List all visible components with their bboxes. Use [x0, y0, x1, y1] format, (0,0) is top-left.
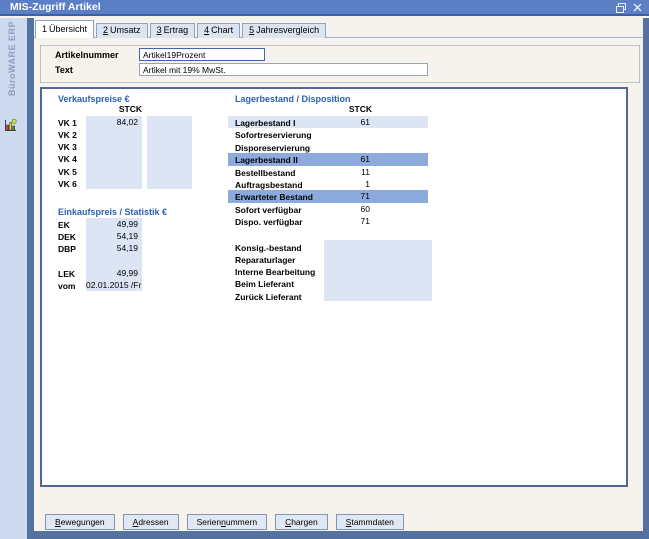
overview-panel: Verkaufspreise € STCK VK 184,02 VK 2 VK …: [40, 87, 628, 487]
frame-bottom: [27, 531, 649, 539]
adressen-button[interactable]: Adressen: [123, 514, 179, 530]
chart-icon[interactable]: [3, 118, 18, 133]
tab-chart[interactable]: 4Chart: [197, 23, 240, 38]
restore-icon[interactable]: [615, 2, 626, 13]
lagerbestand-title: Lagerbestand / Disposition: [235, 94, 351, 104]
data-row: VK 3: [58, 140, 208, 152]
vk-rows: VK 184,02 VK 2 VK 3 VK 4 VK 5 VK 6: [58, 116, 208, 189]
seriennummern-button[interactable]: Seriennummern: [187, 514, 268, 530]
data-row: Dispo. verfügbar71: [228, 215, 428, 227]
window-titlebar: MIS-Zugriff Artikel: [0, 0, 649, 16]
tab-ertrag[interactable]: 3Ertrag: [150, 23, 196, 38]
data-row: Interne Bearbeitung: [228, 265, 428, 277]
verkauf-unit-header: STCK: [86, 104, 142, 114]
data-row: VK 5: [58, 165, 208, 177]
brand-vertical-text: BüroWARE ERP: [7, 24, 17, 96]
data-row: VK 6: [58, 177, 208, 189]
ek-rows: EK49,99 DEK54,19 DBP54,19 LEK49,99 vom02…: [58, 218, 208, 291]
frame-left: [27, 18, 34, 539]
data-row: LEK49,99: [58, 267, 208, 279]
artikelnummer-label: Artikelnummer: [55, 50, 119, 60]
lager-rows: Lagerbestand I61 Sofortreservierung Disp…: [228, 116, 428, 228]
data-row: Disporeservierung: [228, 141, 428, 153]
data-row: Bestellbestand11: [228, 166, 428, 178]
frame-right: [643, 18, 649, 539]
data-row: Sofortreservierung: [228, 128, 428, 140]
data-row: EK49,99: [58, 218, 208, 230]
data-row: Lagerbestand II61: [228, 153, 428, 165]
close-icon[interactable]: [632, 2, 643, 13]
lager-unit-header: STCK: [312, 104, 372, 114]
bewegungen-button[interactable]: Bewegungen: [45, 514, 115, 530]
artikelnummer-input[interactable]: [139, 48, 265, 61]
text-label: Text: [55, 65, 73, 75]
chargen-button[interactable]: Chargen: [275, 514, 328, 530]
data-row: Konsig.-bestand: [228, 241, 428, 253]
tab-umsatz[interactable]: 2Umsatz: [96, 23, 148, 38]
bottom-button-bar: Bewegungen Adressen Seriennummern Charge…: [45, 514, 404, 530]
data-row: DBP54,19: [58, 242, 208, 254]
stammdaten-button[interactable]: Stammdaten: [336, 514, 404, 530]
data-row: Sofort verfügbar60: [228, 203, 428, 215]
data-row: VK 4: [58, 152, 208, 164]
verkaufspreise-title: Verkaufspreise €: [58, 94, 130, 104]
window-title: MIS-Zugriff Artikel: [10, 1, 101, 13]
text-input[interactable]: [139, 63, 428, 76]
data-row: [58, 254, 208, 266]
data-row: vom02.01.2015 /Fr: [58, 279, 208, 291]
mis-zugriff-window: MIS-Zugriff Artikel BüroWARE ERP: [0, 0, 649, 539]
data-row: Erwarteter Bestand71: [228, 190, 428, 202]
lager-rows2: Konsig.-bestand Reparaturlager Interne B…: [228, 241, 428, 302]
tab-bar: 1Übersicht 2Umsatz 3Ertrag 4Chart 5Jahre…: [35, 20, 328, 38]
data-row: DEK54,19: [58, 230, 208, 242]
data-row: VK 184,02: [58, 116, 208, 128]
einkaufspreis-title: Einkaufspreis / Statistik €: [58, 207, 167, 217]
data-row: Lagerbestand I61: [228, 116, 428, 128]
data-row: Beim Lieferant: [228, 277, 428, 289]
data-row: Reparaturlager: [228, 253, 428, 265]
data-row: Zurück Lieferant: [228, 290, 428, 302]
data-row: VK 2: [58, 128, 208, 140]
tab-uebersicht[interactable]: 1Übersicht: [35, 20, 94, 38]
tab-jahresvergleich[interactable]: 5Jahresvergleich: [242, 23, 326, 38]
data-row: Auftragsbestand1: [228, 178, 428, 190]
brand-sidebar: [0, 18, 27, 539]
